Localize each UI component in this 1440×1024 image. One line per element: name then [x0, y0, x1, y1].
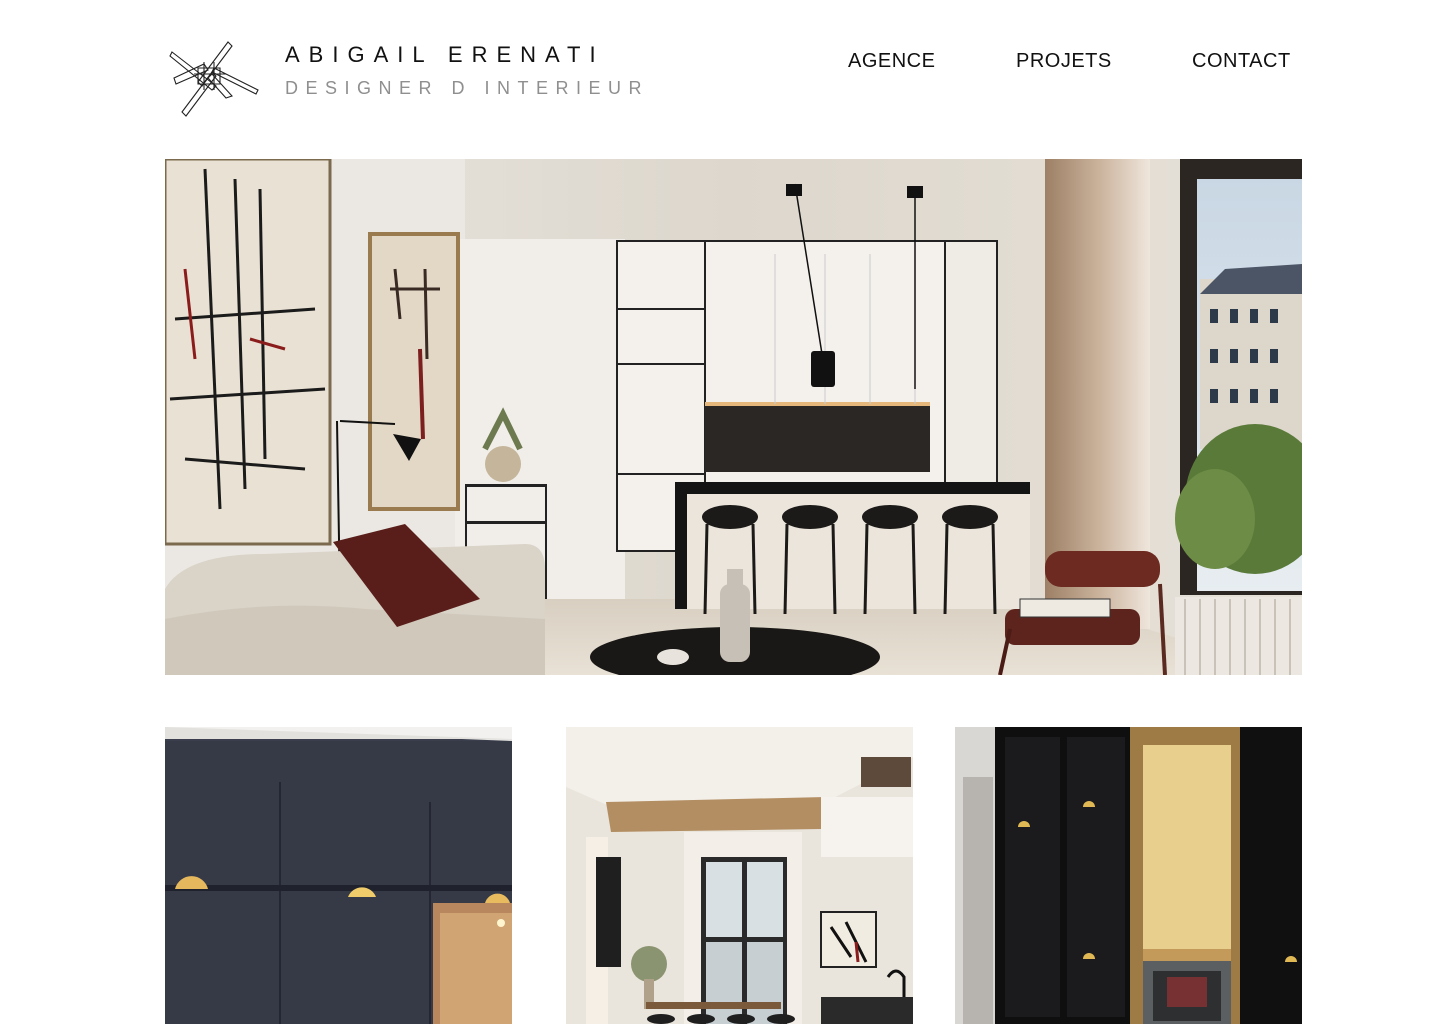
project-image-2[interactable]	[566, 727, 913, 1024]
hero-image	[165, 159, 1302, 675]
project-image-1[interactable]	[165, 727, 512, 1024]
nav-agence[interactable]: AGENCE	[848, 50, 935, 73]
nav-projets[interactable]: PROJETS	[1016, 50, 1112, 73]
site-header: ABIGAIL ERENATI DESIGNER D INTERIEUR AGE…	[0, 0, 1440, 140]
nav-contact[interactable]: CONTACT	[1192, 50, 1291, 73]
brand-tagline: DESIGNER D INTERIEUR	[285, 78, 650, 98]
project-image-3[interactable]	[955, 727, 1302, 1024]
logo-icon[interactable]	[168, 38, 260, 118]
brand-name: ABIGAIL ERENATI	[285, 42, 605, 67]
